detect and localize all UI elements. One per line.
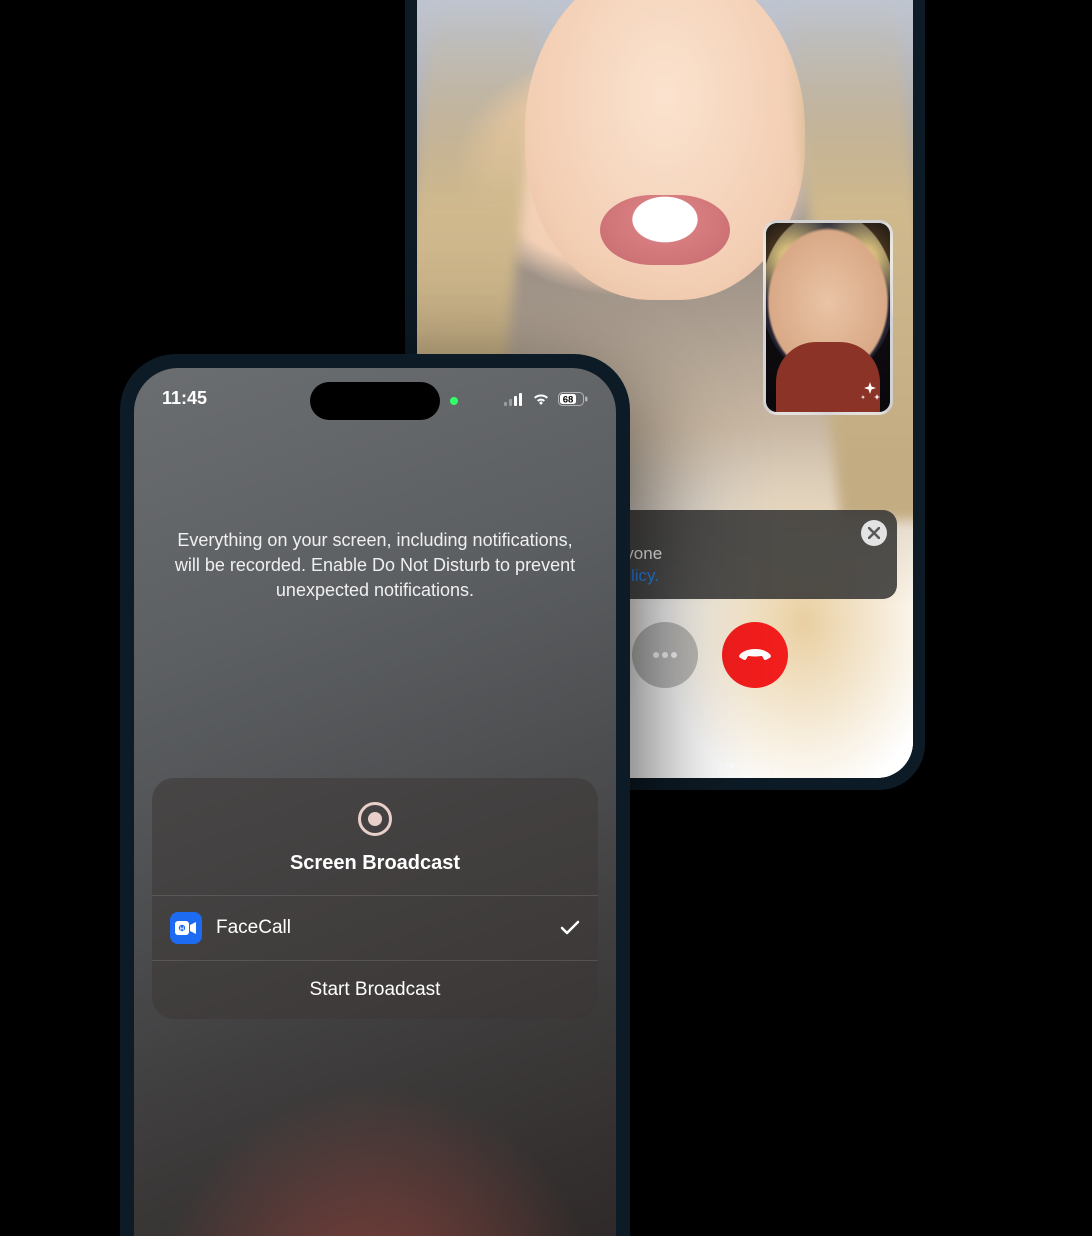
- dynamic-island: [310, 382, 440, 420]
- broadcast-picker-screen: 11:45: [134, 368, 616, 1236]
- pip-body: [776, 342, 880, 415]
- cellular-icon: [504, 392, 524, 406]
- end-call-button[interactable]: [722, 622, 788, 688]
- broadcast-sheet-header: Screen Broadcast: [152, 778, 598, 895]
- battery-icon: 68: [558, 392, 588, 406]
- close-banner-button[interactable]: [861, 520, 887, 546]
- record-icon-dot: [368, 812, 382, 826]
- start-broadcast-button[interactable]: Start Broadcast: [152, 960, 598, 1019]
- record-icon: [358, 802, 392, 836]
- camera-active-dot-icon: [450, 397, 458, 405]
- more-options-button[interactable]: [632, 622, 698, 688]
- facecall-app-icon: H: [170, 912, 202, 944]
- status-time: 11:45: [162, 388, 207, 409]
- broadcast-app-row[interactable]: H FaceCall: [152, 895, 598, 960]
- broadcast-sheet: Screen Broadcast H FaceCall: [152, 778, 598, 1019]
- effects-icon[interactable]: [858, 380, 882, 404]
- phone-front-device: 11:45: [120, 354, 630, 1236]
- svg-text:68: 68: [563, 394, 574, 405]
- broadcast-sheet-title: Screen Broadcast: [290, 852, 460, 875]
- checkmark-icon: [560, 920, 580, 936]
- remote-smile: [600, 195, 730, 265]
- broadcast-app-name: FaceCall: [216, 917, 291, 939]
- svg-text:H: H: [180, 926, 184, 932]
- wifi-icon: [531, 392, 551, 406]
- self-view-pip[interactable]: [763, 220, 893, 415]
- status-right: 68: [504, 392, 588, 406]
- broadcast-description: Everything on your screen, including not…: [164, 528, 586, 604]
